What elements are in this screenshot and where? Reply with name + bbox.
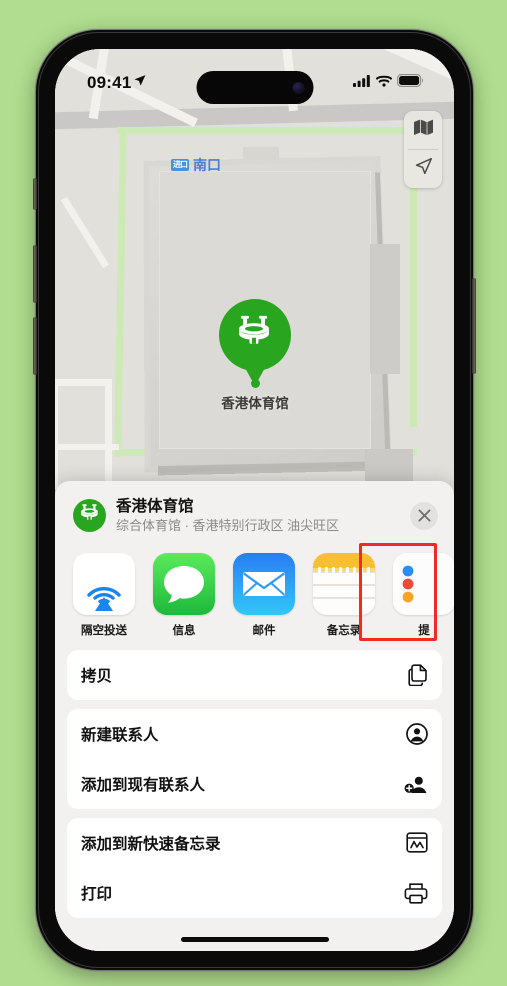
reminders-icon[interactable] bbox=[393, 552, 454, 615]
status-indicators bbox=[353, 74, 424, 92]
stadium-icon bbox=[79, 504, 101, 527]
dynamic-island bbox=[196, 71, 313, 104]
status-time-group: 09:41 bbox=[87, 73, 146, 93]
phone-frame: 进口 南口 香港体育馆 09:41 香港体育馆 综合体育馆 · 香港特别行政区 … bbox=[33, 30, 476, 970]
action-row-add-existing-contact[interactable]: 添加到现有联系人 bbox=[67, 759, 442, 809]
action-label: 打印 bbox=[81, 885, 113, 903]
volume-up-button[interactable] bbox=[33, 245, 37, 303]
page-subtitle: 综合体育馆 · 香港特别行政区 油尖旺区 bbox=[116, 518, 340, 534]
close-icon bbox=[418, 509, 430, 522]
map-layers-button[interactable] bbox=[404, 111, 442, 149]
new-contact-icon bbox=[404, 723, 428, 745]
cellular-signal-icon bbox=[353, 74, 371, 92]
transit-name: 南口 bbox=[193, 157, 221, 173]
share-app-mail[interactable]: 邮件 bbox=[233, 552, 295, 638]
share-app-label: 隔空投送 bbox=[81, 624, 127, 637]
current-location-button[interactable] bbox=[404, 150, 442, 188]
action-label: 新建联系人 bbox=[81, 726, 159, 744]
page-title: 香港体育馆 bbox=[116, 498, 194, 515]
map-park-path-top bbox=[117, 127, 417, 134]
action-label: 拷贝 bbox=[81, 667, 113, 685]
add-to-contact-icon bbox=[404, 773, 428, 795]
mute-switch-button[interactable] bbox=[33, 178, 37, 210]
action-row-new-quick-note[interactable]: 添加到新快速备忘录 bbox=[67, 818, 442, 868]
action-row-new-contact[interactable]: 新建联系人 bbox=[67, 709, 442, 759]
share-app-label: 提 bbox=[418, 624, 430, 637]
messages-icon[interactable] bbox=[153, 552, 215, 615]
share-app-airdrop[interactable]: 隔空投送 bbox=[73, 552, 135, 638]
share-app-notes[interactable]: 备忘录 bbox=[313, 552, 375, 638]
wifi-icon bbox=[376, 74, 392, 92]
front-camera-icon bbox=[292, 81, 304, 94]
airdrop-icon[interactable] bbox=[73, 552, 135, 615]
home-indicator bbox=[180, 937, 329, 942]
map-road-g bbox=[55, 379, 58, 489]
action-group: 添加到新快速备忘录 打印 bbox=[67, 817, 442, 918]
share-app-label: 邮件 bbox=[252, 624, 276, 637]
share-action-list: 拷贝 新建联系人 添加到现有联系人 添加到新快速备忘录 打印 bbox=[67, 649, 442, 918]
action-group: 拷贝 bbox=[67, 649, 442, 700]
mail-icon[interactable] bbox=[233, 552, 295, 615]
action-group: 新建联系人 添加到现有联系人 bbox=[67, 708, 442, 809]
map-road-h bbox=[55, 379, 111, 386]
action-label: 添加到现有联系人 bbox=[81, 776, 206, 794]
map-building-notch bbox=[243, 147, 279, 165]
copy-icon bbox=[404, 664, 428, 686]
map-icon bbox=[413, 119, 433, 141]
action-label: 添加到新快速备忘录 bbox=[81, 835, 221, 853]
share-sheet-header: 香港体育馆 综合体育馆 · 香港特别行政区 油尖旺区 bbox=[67, 481, 442, 547]
power-button[interactable] bbox=[472, 278, 476, 374]
close-button[interactable] bbox=[410, 501, 438, 530]
share-app-messages[interactable]: 信息 bbox=[153, 552, 215, 638]
share-sheet-title-block: 香港体育馆 综合体育馆 · 香港特别行政区 油尖旺区 bbox=[116, 497, 410, 535]
notes-icon[interactable] bbox=[313, 552, 375, 615]
location-arrow-icon bbox=[414, 157, 433, 181]
map-pin-label: 香港体育馆 bbox=[221, 396, 289, 411]
transit-exit-label[interactable]: 进口 南口 bbox=[171, 155, 221, 175]
location-arrow-icon bbox=[133, 74, 146, 92]
quick-note-icon bbox=[404, 832, 428, 854]
action-row-copy[interactable]: 拷贝 bbox=[67, 650, 442, 700]
status-time: 09:41 bbox=[87, 73, 132, 92]
map-controls bbox=[404, 111, 442, 188]
map-stadium-annex-right bbox=[370, 244, 400, 374]
share-app-label: 备忘录 bbox=[326, 624, 362, 637]
volume-down-button[interactable] bbox=[33, 317, 37, 375]
map-road-j bbox=[55, 444, 119, 450]
share-app-label: 信息 bbox=[172, 624, 196, 637]
map-place-pin[interactable]: 香港体育馆 bbox=[196, 299, 314, 412]
avatar bbox=[73, 499, 106, 533]
action-row-print[interactable]: 打印 bbox=[67, 868, 442, 918]
share-app-row: 隔空投送 信息 邮件 备忘录 提 bbox=[67, 542, 454, 648]
map-pin-shape[interactable] bbox=[219, 299, 291, 371]
share-sheet: 香港体育馆 综合体育馆 · 香港特别行政区 油尖旺区 隔空投送 信息 邮件 备忘… bbox=[55, 481, 454, 951]
share-app-reminders[interactable]: 提 bbox=[393, 552, 454, 638]
battery-full-icon bbox=[397, 74, 424, 92]
transit-badge: 进口 bbox=[171, 159, 189, 171]
phone-screen: 进口 南口 香港体育馆 09:41 香港体育馆 综合体育馆 · 香港特别行政区 … bbox=[55, 49, 454, 951]
printer-icon bbox=[404, 882, 428, 904]
stadium-icon bbox=[235, 315, 275, 353]
